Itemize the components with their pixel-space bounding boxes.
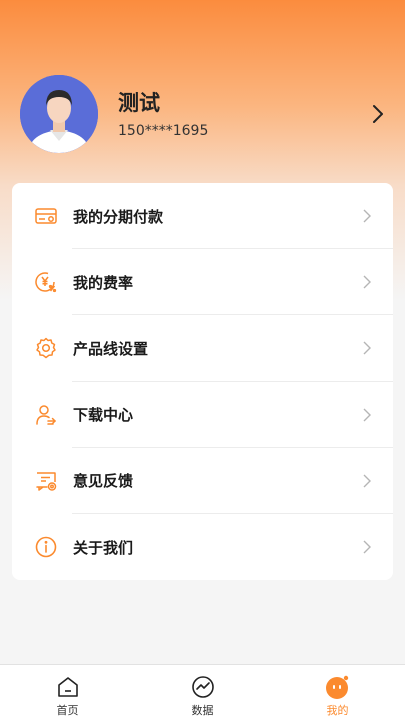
tab-home[interactable]: 首页 (0, 665, 135, 720)
download-user-icon (34, 403, 58, 427)
user-avatar-icon (20, 75, 98, 153)
avatar[interactable] (20, 75, 98, 153)
tab-label: 首页 (56, 704, 79, 717)
chevron-right-icon (361, 539, 373, 555)
mine-face-icon (325, 674, 351, 700)
menu-item-label: 关于我们 (73, 538, 134, 557)
rate-yen-icon (34, 270, 58, 294)
chevron-right-icon (361, 473, 373, 489)
settings-gear-icon (34, 336, 58, 360)
profile-phone: 150****1695 (118, 123, 209, 139)
menu-item-feedback[interactable]: 意见反馈 (12, 448, 393, 514)
chevron-right-icon (361, 274, 373, 290)
menu-item-download-center[interactable]: 下载中心 (12, 382, 393, 448)
tab-data[interactable]: 数据 (135, 665, 270, 720)
menu-item-product-settings[interactable]: 产品线设置 (12, 315, 393, 382)
profile-name: 测试 (118, 91, 160, 115)
menu-item-installment[interactable]: 我的分期付款 (12, 183, 393, 250)
menu-item-label: 我的费率 (73, 273, 134, 292)
chevron-right-icon (361, 407, 373, 423)
menu-item-label: 意见反馈 (73, 472, 134, 491)
tab-label: 我的 (326, 704, 349, 717)
tab-mine[interactable]: 我的 (270, 665, 405, 720)
menu-item-label: 我的分期付款 (73, 207, 164, 226)
profile-info: 测试 150****1695 (118, 89, 366, 139)
chevron-right-icon (361, 340, 373, 356)
chevron-right-icon[interactable] (366, 99, 390, 129)
menu-item-rate[interactable]: 我的费率 (12, 249, 393, 316)
home-icon (55, 674, 81, 700)
menu-item-label: 产品线设置 (73, 339, 149, 358)
chevron-right-icon (361, 208, 373, 224)
installment-card-icon (34, 204, 58, 228)
data-chart-icon (190, 674, 216, 700)
feedback-icon (34, 469, 58, 493)
tab-label: 数据 (191, 704, 214, 717)
menu-card: 我的分期付款 我的费率 产品线设置 下载中心 意见反馈 关于我们 (12, 183, 393, 580)
info-icon (34, 535, 58, 559)
bottom-tab-bar: 首页 数据 我的 (0, 664, 405, 720)
profile-card[interactable]: 测试 150****1695 (20, 74, 390, 154)
menu-item-about-us[interactable]: 关于我们 (12, 514, 393, 580)
menu-item-label: 下载中心 (73, 406, 134, 425)
